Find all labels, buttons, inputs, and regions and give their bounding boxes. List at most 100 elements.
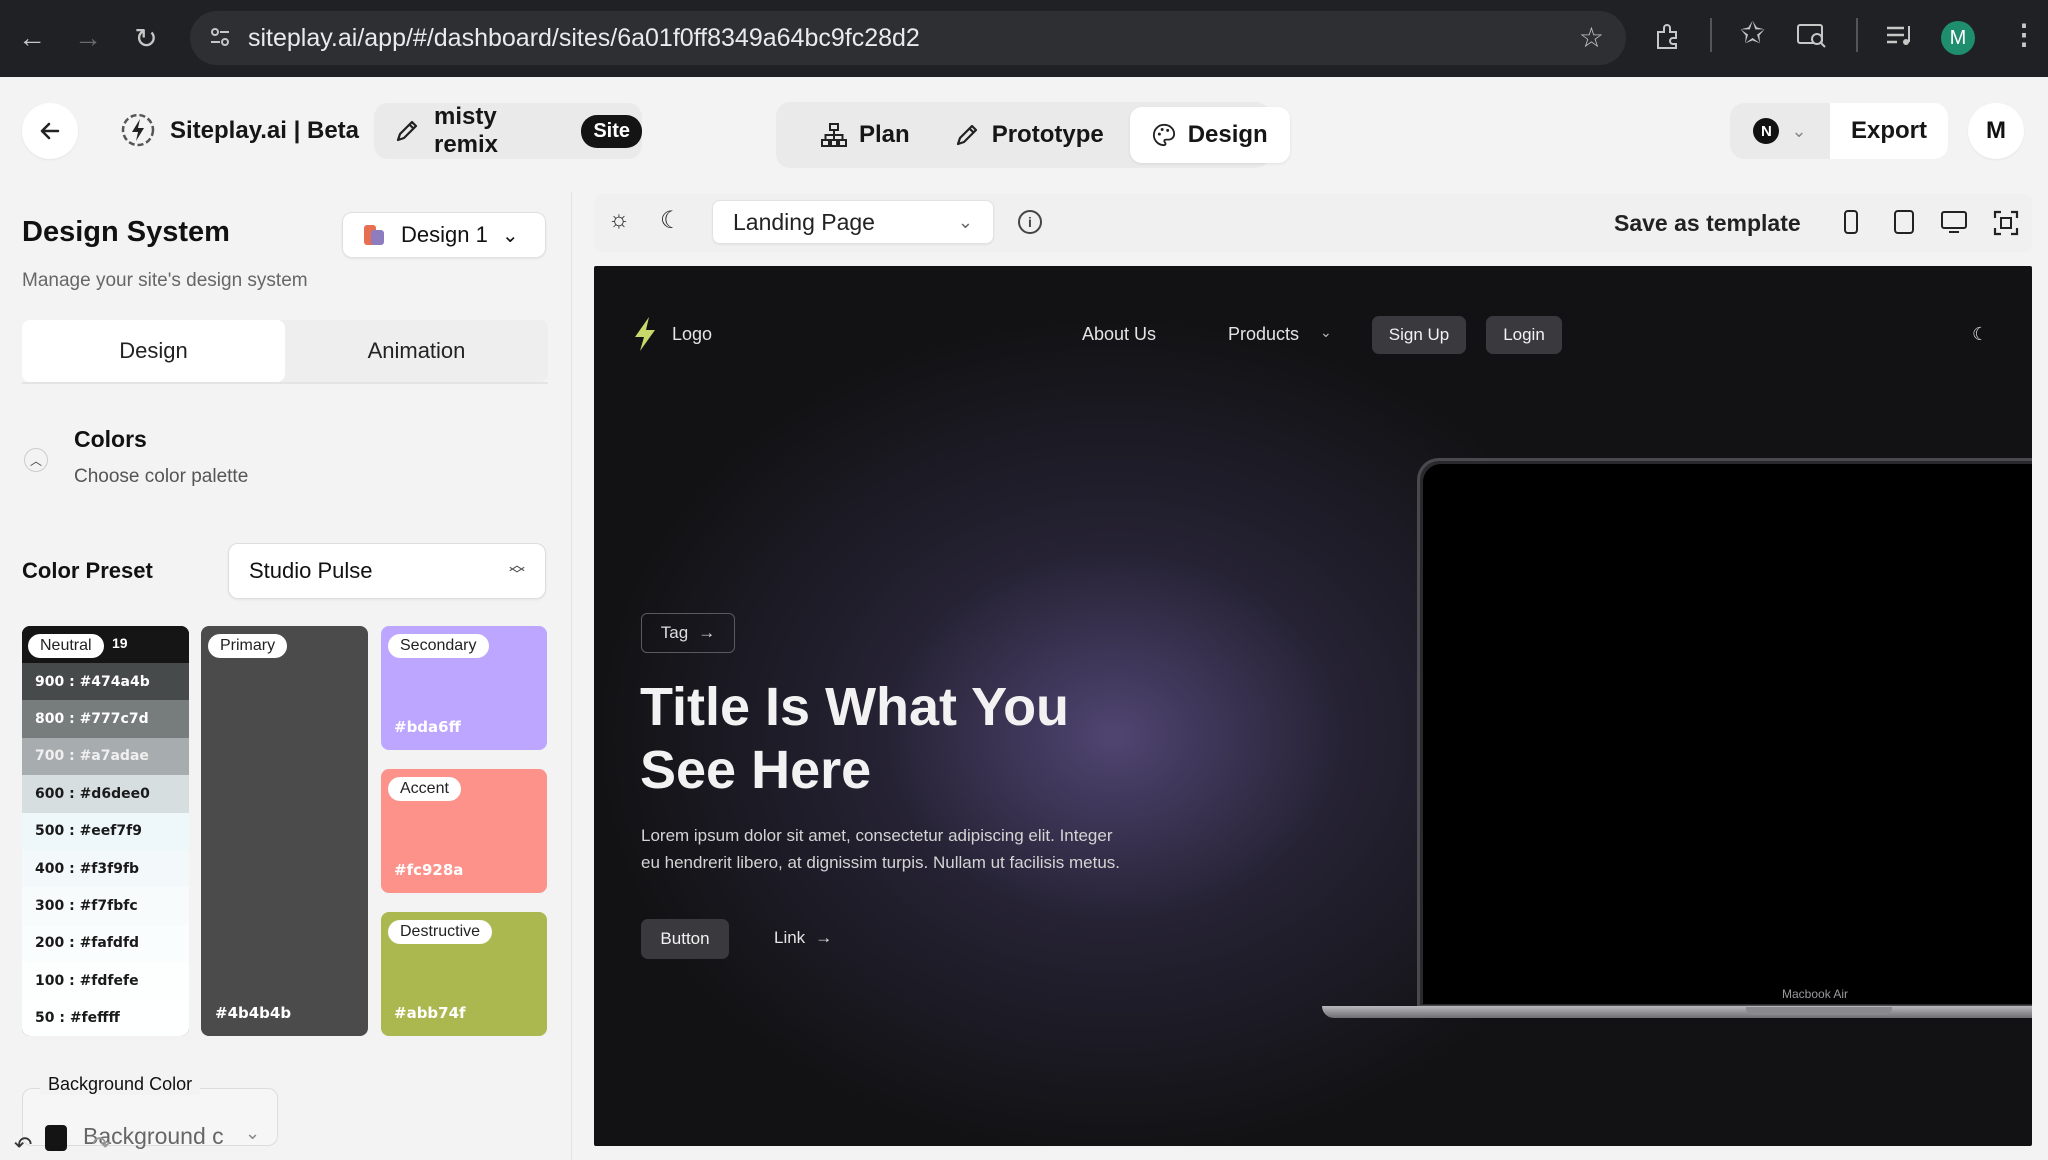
destructive-value: #abb74f — [394, 1004, 466, 1022]
tab-animation-panel[interactable]: Animation — [285, 320, 548, 382]
neutral-shade-row[interactable]: 100 : #fdfefe — [22, 962, 189, 1000]
export-button[interactable]: Export — [1830, 117, 1948, 145]
site-name-pill[interactable]: misty remix Site — [374, 103, 642, 159]
sitemap-icon — [821, 123, 847, 147]
hero-button[interactable]: Button — [641, 919, 729, 959]
site-settings-icon[interactable] — [208, 25, 232, 54]
neutral-chip: Neutral — [28, 634, 104, 658]
neutral-shade-row[interactable]: 50 : #feffff — [22, 999, 189, 1036]
site-badge: Site — [581, 114, 642, 148]
laptop-notch — [1746, 1007, 1892, 1015]
redo-icon[interactable]: ↷ — [92, 1132, 110, 1158]
tab-design[interactable]: Design — [1129, 107, 1290, 163]
tab-design-panel[interactable]: Design — [22, 320, 285, 382]
accent-value: #fc928a — [394, 861, 464, 879]
design-selector-label: Design 1 — [401, 222, 488, 247]
panel-title: Design System — [22, 216, 230, 248]
user-avatar[interactable]: M — [1968, 103, 2024, 159]
destructive-chip: Destructive — [388, 920, 493, 944]
browser-menu-icon[interactable]: ⋮ — [2010, 18, 2038, 51]
neutral-shade-row[interactable]: 700 : #a7adae — [22, 737, 189, 776]
browser-toolbar: ← → ↻ siteplay.ai/app/#/dashboard/sites/… — [0, 0, 2048, 77]
neutral-swatch[interactable]: Neutral 19 900 : #474a4b 800 : #777c7d 700… — [22, 626, 189, 1036]
design-selector[interactable]: Design 1 ⌄ — [342, 212, 546, 258]
hero-link[interactable]: Link → — [774, 928, 832, 948]
neutral-shade-row[interactable]: 500 : #eef7f9 — [22, 812, 189, 850]
signup-button[interactable]: Sign Up — [1372, 316, 1466, 354]
mobile-view-icon[interactable] — [1842, 209, 1860, 240]
tab-prototype[interactable]: Prototype — [942, 107, 1126, 163]
collapse-colors-icon[interactable]: ︿ — [24, 448, 48, 472]
fullscreen-icon[interactable] — [1992, 209, 2020, 242]
browser-profile-avatar[interactable]: M — [1941, 21, 1975, 55]
arrow-left-icon — [40, 122, 60, 140]
colors-subtitle: Choose color palette — [74, 466, 249, 487]
brand-name: Siteplay.ai | Beta — [170, 117, 360, 144]
search-tabs-icon[interactable] — [1796, 22, 1828, 55]
design-system-panel: Design System Manage your site's design … — [0, 192, 572, 1160]
hero-title: Title Is What You See Here — [640, 676, 1069, 802]
destructive-swatch[interactable]: Destructive #abb74f — [381, 912, 547, 1036]
tablet-view-icon[interactable] — [1892, 209, 1916, 240]
info-icon[interactable]: i — [1018, 210, 1042, 234]
back-button[interactable] — [22, 103, 78, 159]
neutral-shade-row[interactable]: 800 : #777c7d — [22, 700, 189, 738]
preview-logo-text[interactable]: Logo — [672, 324, 712, 345]
laptop-screen — [1423, 464, 2032, 1004]
background-color-select[interactable]: Background c ⌄ — [22, 1088, 278, 1151]
media-controls-icon[interactable] — [1884, 22, 1914, 55]
hero-body-line-1: Lorem ipsum dolor sit amet, consectetur … — [641, 826, 1113, 845]
laptop-lid — [1417, 458, 2032, 1008]
neutral-shade-list: 900 : #474a4b 800 : #777c7d 700 : #a7adae 6… — [22, 663, 189, 1036]
desktop-view-icon[interactable] — [1940, 209, 1968, 240]
extensions-icon[interactable] — [1652, 22, 1682, 57]
neutral-shade-row[interactable]: 600 : #d6dee0 — [22, 775, 189, 813]
pencil-icon — [956, 124, 977, 146]
divider — [22, 382, 548, 384]
sort-updown-icon: ︿ ﹀ — [508, 557, 525, 584]
dark-mode-icon[interactable]: ☾ — [660, 206, 682, 235]
reload-icon[interactable]: ↻ — [124, 16, 168, 60]
chevron-down-icon: ⌄ — [501, 224, 519, 247]
background-color-swatch — [45, 1125, 67, 1151]
light-mode-icon[interactable]: ☼ — [608, 206, 630, 234]
primary-swatch[interactable]: Primary #4b4b4b — [201, 626, 368, 1036]
page-select[interactable]: Landing Page ⌄ — [712, 200, 994, 244]
neutral-shade-row[interactable]: 300 : #f7fbfc — [22, 887, 189, 925]
tab-design-label: Design — [1187, 121, 1268, 148]
forward-arrow-icon[interactable]: → — [66, 16, 110, 60]
secondary-swatch[interactable]: Secondary #bda6ff — [381, 626, 547, 750]
hero-tag[interactable]: Tag → — [641, 613, 735, 653]
undo-icon[interactable]: ↶ — [14, 1132, 32, 1158]
laptop-base — [1322, 1006, 2032, 1018]
address-bar[interactable]: siteplay.ai/app/#/dashboard/sites/6a01f0… — [190, 11, 1626, 65]
neutral-shade-row[interactable]: 900 : #474a4b — [22, 663, 189, 701]
arrow-right-icon: → — [815, 928, 833, 947]
color-preset-select[interactable]: Studio Pulse ︿ ﹀ — [228, 543, 546, 599]
accent-swatch[interactable]: Accent #fc928a — [381, 769, 547, 893]
login-button[interactable]: Login — [1486, 316, 1562, 354]
nextjs-icon: N — [1753, 118, 1780, 144]
nav-products[interactable]: Products — [1228, 324, 1299, 345]
primary-chip: Primary — [208, 634, 288, 658]
device-label: Macbook Air — [1782, 987, 1849, 1001]
toolbar-divider — [1856, 18, 1858, 52]
mode-tabs: Plan Prototype Design — [776, 102, 1290, 168]
color-preset-label: Color Preset — [22, 558, 153, 583]
bookmark-star-icon[interactable]: ☆ — [1579, 21, 1604, 54]
back-arrow-icon[interactable]: ← — [10, 16, 54, 60]
framework-selector[interactable]: N ⌄ — [1730, 103, 1830, 159]
chevron-down-icon: ⌄ — [1320, 324, 1332, 340]
theme-toggle-moon-icon[interactable]: ☾ — [1972, 324, 1988, 345]
favorites-icon[interactable]: ✩ — [1740, 16, 1765, 51]
neutral-shade-row[interactable]: 200 : #fafdfd — [22, 924, 189, 963]
tab-plan[interactable]: Plan — [781, 107, 938, 163]
preview-toolbar: ☼ ☾ Landing Page ⌄ i Save as template — [594, 194, 2032, 252]
preview-logo-icon — [632, 316, 658, 357]
neutral-shade-row[interactable]: 400 : #f3f9fb — [22, 849, 189, 888]
url-text[interactable]: siteplay.ai/app/#/dashboard/sites/6a01f0… — [248, 24, 920, 53]
toolbar-divider — [1710, 18, 1712, 52]
save-as-template-button[interactable]: Save as template — [1614, 210, 1801, 237]
nav-about-us[interactable]: About Us — [1082, 324, 1156, 345]
page-select-value: Landing Page — [733, 208, 875, 235]
